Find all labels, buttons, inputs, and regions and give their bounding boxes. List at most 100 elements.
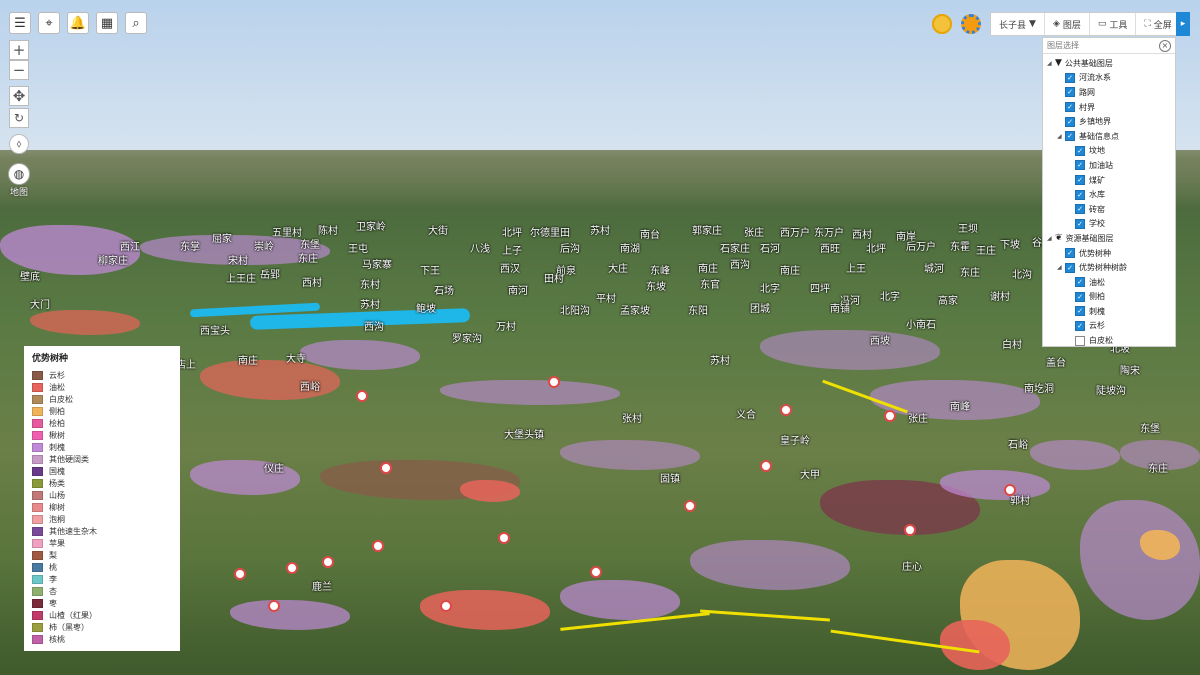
map-marker[interactable] <box>372 540 384 552</box>
layer-checkbox[interactable]: ✓ <box>1075 306 1085 317</box>
menu-icon[interactable]: ☰ <box>9 12 31 34</box>
place-label: 东村 <box>360 280 380 291</box>
forest-polygon <box>690 540 850 590</box>
layer-checkbox[interactable]: ✓ <box>1065 248 1075 259</box>
layer-checkbox[interactable]: ✓ <box>1065 116 1075 127</box>
layer-node[interactable]: ✓ 优势树种 <box>1043 246 1175 261</box>
fullscreen-button[interactable]: ⛶ 全屏 <box>1136 13 1179 35</box>
collapse-panel-button[interactable]: ▸ <box>1176 12 1190 36</box>
county-value: 长子县 <box>999 20 1027 31</box>
layer-checkbox[interactable]: ✓ <box>1075 277 1085 288</box>
weather-icon[interactable] <box>932 14 952 34</box>
place-label: 南河 <box>508 286 528 297</box>
layers-button[interactable]: ◈ 图层 <box>1045 13 1090 35</box>
pan-icon[interactable]: ✥ <box>9 86 29 106</box>
layer-checkbox[interactable]: ✓ <box>1075 218 1085 229</box>
map-marker[interactable] <box>904 524 916 536</box>
calendar-icon[interactable]: ▦ <box>96 12 118 34</box>
layer-checkbox[interactable]: ✓ <box>1075 160 1085 171</box>
layer-checkbox[interactable]: ✓ <box>1075 320 1085 331</box>
map-marker[interactable] <box>780 404 792 416</box>
place-label: 鲍坡 <box>416 304 436 315</box>
expand-icon[interactable]: ◢ <box>1057 133 1065 140</box>
zoom-out-button[interactable]: − <box>9 60 29 80</box>
layer-checkbox[interactable]: ✓ <box>1075 145 1085 156</box>
layer-node[interactable]: 白皮松 <box>1043 333 1175 346</box>
layer-node[interactable]: ✓ 水库 <box>1043 187 1175 202</box>
layer-node[interactable]: ✓ 坟地 <box>1043 144 1175 159</box>
map-marker[interactable] <box>1004 484 1016 496</box>
layer-node[interactable]: ✓ 路网 <box>1043 85 1175 100</box>
layer-checkbox[interactable]: ✓ <box>1065 131 1075 142</box>
fullscreen-label: 全屏 <box>1153 20 1172 31</box>
place-label: 平村 <box>596 294 616 305</box>
map-marker[interactable] <box>498 532 510 544</box>
map-marker[interactable] <box>234 568 246 580</box>
layer-panel: 图层选择 × ◢ ▼ 公共基础图层 ✓ 河流水系 ✓ 路网 ✓ 村界 ✓ 乡镇地界 ◢ ✓ 基础信息点 ✓ 坟… <box>1042 37 1176 347</box>
place-label: 尔德里田 <box>530 228 570 239</box>
layer-node[interactable]: ✓ 加油站 <box>1043 158 1175 173</box>
place-label: 郭家庄 <box>692 226 722 237</box>
map-marker[interactable] <box>380 462 392 474</box>
layer-checkbox[interactable] <box>1075 335 1085 346</box>
legend-title: 优势树种 <box>32 354 69 364</box>
county-select[interactable]: 长子县 ▼ <box>991 13 1045 35</box>
layer-checkbox[interactable]: ✓ <box>1075 175 1085 186</box>
place-label: 高家 <box>938 296 958 307</box>
basemap-switch[interactable]: ◍ 地图 <box>8 163 30 198</box>
layer-node[interactable]: ◢ ✓ 基础信息点 <box>1043 129 1175 144</box>
layer-checkbox[interactable]: ✓ <box>1075 291 1085 302</box>
map-marker[interactable] <box>590 566 602 578</box>
layer-checkbox[interactable]: ✓ <box>1075 189 1085 200</box>
layer-node[interactable]: ✓ 乡镇地界 <box>1043 114 1175 129</box>
compass-icon[interactable]: ⬨ <box>9 134 29 154</box>
basemap-label: 地图 <box>9 188 28 198</box>
layer-node[interactable]: ◢ ✓ 优势树种树龄 <box>1043 260 1175 275</box>
layer-checkbox[interactable]: ✓ <box>1065 262 1075 273</box>
legend-item: 桧柏 <box>32 417 172 429</box>
layer-node[interactable]: ✓ 砖窑 <box>1043 202 1175 217</box>
map-marker[interactable] <box>884 410 896 422</box>
layer-node[interactable]: ✓ 侧柏 <box>1043 290 1175 305</box>
layer-node[interactable]: ✓ 云杉 <box>1043 319 1175 334</box>
sun-icon[interactable] <box>961 14 981 34</box>
legend-item: 梨 <box>32 549 172 561</box>
layer-node[interactable]: ✓ 油松 <box>1043 275 1175 290</box>
layer-node[interactable]: ✓ 村界 <box>1043 100 1175 115</box>
layer-node[interactable]: ✓ 煤矿 <box>1043 173 1175 188</box>
layer-label: 坟地 <box>1089 146 1105 156</box>
expand-icon[interactable]: ◢ <box>1057 264 1065 271</box>
map-marker[interactable] <box>440 600 452 612</box>
close-icon[interactable]: × <box>1159 39 1171 52</box>
layer-node[interactable]: ◢ ❦ 资源基础图层 <box>1043 231 1175 246</box>
layer-node[interactable]: ✓ 河流水系 <box>1043 71 1175 86</box>
search-icon[interactable]: ⌕ <box>125 12 147 34</box>
place-label: 鹿兰 <box>312 582 332 593</box>
zoom-in-button[interactable]: + <box>9 40 29 60</box>
layer-checkbox[interactable]: ✓ <box>1065 72 1075 83</box>
expand-icon[interactable]: ◢ <box>1047 235 1055 242</box>
forest-polygon <box>420 590 550 630</box>
place-label: 皇子岭 <box>780 436 810 447</box>
layer-node[interactable]: ✓ 刺槐 <box>1043 304 1175 319</box>
layer-checkbox[interactable]: ✓ <box>1075 204 1085 215</box>
layer-node[interactable]: ◢ ▼ 公共基础图层 <box>1043 56 1175 71</box>
place-label: 西宝头 <box>200 326 230 337</box>
map-marker[interactable] <box>356 390 368 402</box>
tools-button[interactable]: ▭ 工具 <box>1090 13 1137 35</box>
tools-label: 工具 <box>1109 20 1128 31</box>
layer-node[interactable]: ✓ 学校 <box>1043 217 1175 232</box>
layer-checkbox[interactable]: ✓ <box>1065 102 1075 113</box>
terrain-map[interactable]: 屈家 五里村 陈村 卫家岭 大街 北坪 尔德里田 苏村 南台 郭家庄 张庄 西万户 东万户 西村 南岸 王坝西… <box>0 0 1200 675</box>
map-marker[interactable] <box>548 376 560 388</box>
map-marker[interactable] <box>684 500 696 512</box>
bell-icon[interactable]: 🔔 <box>67 12 89 34</box>
map-marker[interactable] <box>322 556 334 568</box>
map-marker[interactable] <box>760 460 772 472</box>
map-marker[interactable] <box>268 600 280 612</box>
locate-icon[interactable]: ⌖ <box>38 12 60 34</box>
layer-checkbox[interactable]: ✓ <box>1065 87 1075 98</box>
rotate-icon[interactable]: ↻ <box>9 108 29 128</box>
expand-icon[interactable]: ◢ <box>1047 60 1055 67</box>
map-marker[interactable] <box>286 562 298 574</box>
